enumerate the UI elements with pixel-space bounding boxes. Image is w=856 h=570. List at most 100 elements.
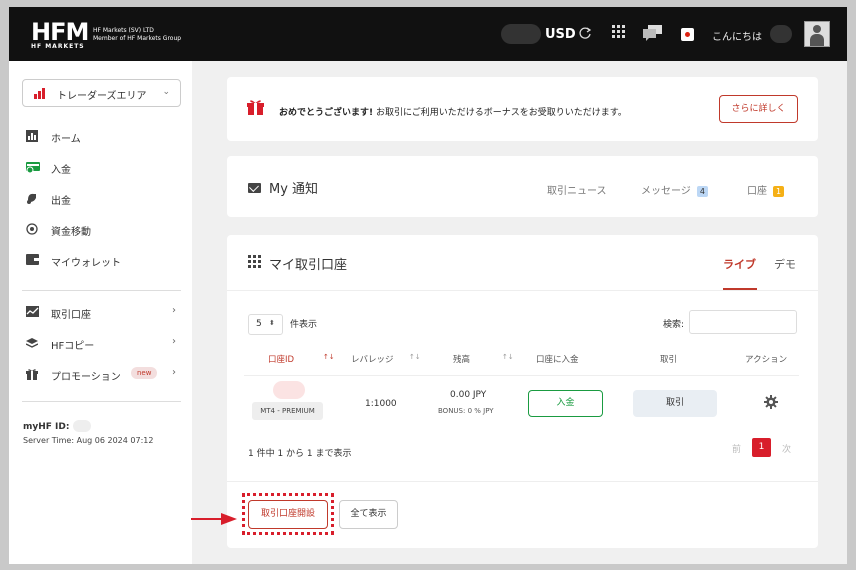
open-account-button[interactable]: 取引口座開設	[248, 500, 328, 529]
deposit-icon	[26, 161, 40, 174]
withdraw-icon	[26, 192, 38, 204]
refresh-icon[interactable]	[578, 26, 592, 44]
trading-accounts-card: マイ取引口座 ライブ デモ 5 ⬍ 件表示 検索: 口座ID ↑↓ レバレッジ …	[227, 235, 818, 548]
chevron-right-icon: ›	[172, 305, 176, 316]
notifications-card: My 通知 取引ニュース メッセージ 4 口座 1	[227, 156, 818, 217]
bonus-notice-bold: おめでとうございます!	[279, 108, 374, 118]
column-action: アクション	[745, 355, 788, 365]
sidebar-item-label: 資金移動	[51, 227, 91, 238]
page-size-select[interactable]: 5 ⬍	[248, 314, 283, 335]
table-summary: 1 件中 1 から 1 まで表示	[248, 449, 352, 459]
show-all-button[interactable]: 全て表示	[339, 500, 398, 529]
sidebar-item-hf-copy[interactable]: HFコピー ›	[25, 336, 176, 354]
tab-live[interactable]: ライブ	[723, 256, 756, 272]
sort-icon[interactable]: ↑↓	[502, 353, 514, 361]
tab-demo[interactable]: デモ	[774, 256, 796, 272]
sort-icon[interactable]: ↑↓	[409, 353, 421, 361]
grid-icon	[248, 255, 261, 268]
pagination-current[interactable]: 1	[752, 438, 771, 457]
sidebar-item-label: プロモーション	[51, 372, 121, 383]
app-frame: HFM HF MARKETS HF Markets (SV) LTD Membe…	[9, 7, 847, 564]
column-deposit: 口座に入金	[536, 355, 579, 365]
notifications-title: My 通知	[269, 182, 319, 197]
tab-messages[interactable]: メッセージ 4	[641, 182, 708, 197]
trader-area-select[interactable]: トレーダーズエリア ⌄	[22, 79, 181, 107]
bar-chart-icon	[34, 88, 46, 99]
currency-label[interactable]: USD	[545, 27, 576, 42]
gear-icon[interactable]	[764, 395, 778, 412]
trader-area-label: トレーダーズエリア	[57, 91, 147, 102]
corp-line-1: HF Markets (SV) LTD	[93, 27, 154, 34]
tab-account[interactable]: 口座 1	[747, 182, 785, 197]
sidebar-divider	[22, 401, 181, 402]
sidebar-item-promotion[interactable]: プロモーション new ›	[26, 367, 176, 385]
japan-flag-icon[interactable]	[681, 28, 694, 41]
chat-icon[interactable]	[643, 25, 663, 45]
server-time: Server Time: Aug 06 2024 07:12	[23, 436, 154, 445]
learn-more-button[interactable]: さらに詳しく	[719, 95, 798, 123]
trading-account-icon	[26, 306, 39, 318]
chart-icon	[26, 130, 38, 142]
sidebar-item-label: マイウォレット	[51, 258, 121, 269]
envelope-icon	[248, 183, 261, 193]
sidebar-item-withdraw[interactable]: 出金	[26, 191, 176, 209]
sidebar: トレーダーズエリア ⌄ ホーム 入金 出金 資金移動 マイウォレット 取引口座 …	[9, 61, 192, 564]
sidebar-item-trading-account[interactable]: 取引口座 ›	[26, 305, 176, 323]
sort-toggle-icon: ⬍	[269, 319, 275, 327]
trade-button[interactable]: 取引	[633, 390, 717, 417]
sidebar-item-label: 入金	[51, 165, 71, 176]
column-trade: 取引	[660, 355, 678, 365]
bonus-notice-text: おめでとうございます! お取引にご利用いただけるボーナスをお受取りいただけます。	[279, 105, 627, 118]
column-leverage[interactable]: レバレッジ	[351, 353, 394, 365]
gift-icon	[26, 368, 38, 380]
chevron-right-icon: ›	[172, 367, 176, 378]
sidebar-item-label: 出金	[51, 196, 71, 207]
top-bar: HFM HF MARKETS HF Markets (SV) LTD Membe…	[9, 7, 847, 61]
messages-count-badge: 4	[696, 186, 708, 197]
red-arrow-icon	[191, 513, 237, 525]
card-divider	[227, 481, 818, 482]
new-badge: new	[131, 367, 158, 379]
deposit-button[interactable]: 入金	[528, 390, 603, 417]
chevron-down-icon: ⌄	[162, 87, 170, 97]
accounts-title: マイ取引口座	[269, 258, 348, 273]
apps-grid-icon[interactable]	[612, 25, 625, 42]
username-blurred	[770, 25, 792, 43]
sidebar-item-wallet[interactable]: マイウォレット	[26, 253, 176, 271]
bonus-notice-card: おめでとうございます! お取引にご利用いただけるボーナスをお受取りいただけます。…	[227, 77, 818, 141]
user-avatar-icon[interactable]	[804, 21, 830, 47]
column-balance[interactable]: 残高	[453, 353, 470, 365]
sort-icon[interactable]: ↑↓	[323, 353, 335, 361]
header-divider	[244, 375, 799, 376]
hfm-logo[interactable]: HFM HF MARKETS	[31, 18, 89, 51]
tab-label: メッセージ	[641, 186, 691, 197]
sidebar-item-label: ホーム	[51, 134, 81, 145]
tab-trading-news[interactable]: 取引ニュース	[547, 182, 607, 197]
search-input[interactable]	[689, 310, 797, 334]
sidebar-divider	[22, 290, 181, 291]
myhf-id-label: myHF ID:	[23, 422, 70, 432]
copy-icon	[25, 337, 39, 349]
account-id-blurred[interactable]	[273, 381, 305, 399]
sidebar-item-transfer[interactable]: 資金移動	[26, 222, 176, 240]
myhf-id-blurred	[73, 420, 91, 432]
pagination-prev[interactable]: 前	[732, 442, 741, 455]
sidebar-item-label: HFコピー	[51, 341, 95, 352]
bonus-notice-body: お取引にご利用いただけるボーナスをお受取りいただけます。	[373, 108, 627, 118]
sidebar-item-label: 取引口座	[51, 310, 91, 321]
logo-text: HFM	[31, 18, 89, 46]
sidebar-item-deposit[interactable]: 入金	[26, 160, 176, 178]
tab-label: 取引ニュース	[547, 186, 607, 197]
account-type-badge: MT4 - PREMIUM	[252, 402, 323, 420]
bonus-value: BONUS: 0 % JPY	[438, 407, 494, 415]
column-account-id[interactable]: 口座ID	[268, 353, 294, 365]
corp-line-2: Member of HF Markets Group	[93, 35, 182, 42]
account-count-badge: 1	[773, 186, 785, 197]
card-divider	[227, 290, 818, 291]
page-size-label: 件表示	[290, 320, 318, 330]
balance-value: 0.00 JPY	[450, 390, 487, 400]
pagination-next[interactable]: 次	[782, 442, 791, 455]
balance-blurred	[501, 24, 541, 44]
sidebar-item-home[interactable]: ホーム	[26, 129, 176, 147]
wallet-icon	[26, 254, 39, 266]
